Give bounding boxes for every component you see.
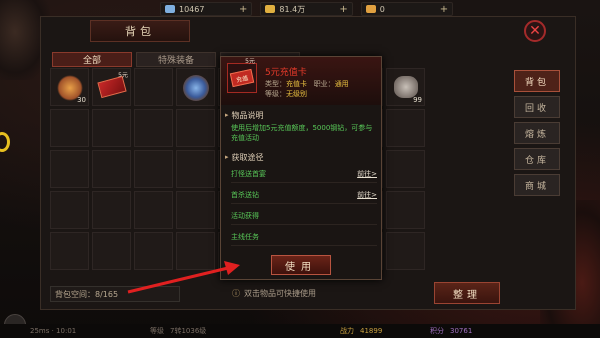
side-tab-shop[interactable]: 商城 [514, 174, 560, 196]
arrow-head [224, 261, 240, 275]
gold-add-button[interactable]: + [339, 4, 347, 15]
bag-slot[interactable] [176, 68, 215, 106]
ticket-icon [365, 5, 376, 13]
route-name: 首杀送钻 [231, 190, 259, 199]
source-section-title: 获取途径 [225, 151, 377, 163]
desc-section-title: 物品说明 [225, 109, 377, 121]
type-label: 类型： [265, 80, 286, 88]
bag-slot[interactable] [134, 68, 173, 106]
tab-all[interactable]: 全部 [52, 52, 132, 67]
hint-text: ⓘ 双击物品可快捷使用 [232, 288, 316, 299]
route-name: 打怪送首宴 [231, 169, 266, 178]
level-label: 等级 [150, 327, 164, 335]
bag-slot[interactable]: 30 [50, 68, 89, 106]
red-item-icon [97, 75, 127, 99]
gold-value: 81.4万 [279, 4, 306, 14]
bag-slot[interactable] [134, 191, 173, 229]
bag-slot[interactable] [50, 109, 89, 147]
bag-slot[interactable] [176, 191, 215, 229]
item-description: 使用后增加5元充值额度，5000钢钻，可参与充值活动 [231, 124, 373, 142]
points-label: 积分 [430, 327, 444, 335]
item-icon-text: 充值 [229, 68, 255, 88]
item-tooltip: 5元 充值 5元充值卡 类型：充值卡 职业：通用 等级：无级别 物品说明 使用后… [220, 56, 382, 280]
pointer-arrow [127, 261, 240, 294]
bag-slot[interactable] [92, 109, 131, 147]
route-goto-link[interactable]: 前往> [357, 190, 377, 200]
source-route: 首杀送钻 前往> [231, 186, 377, 204]
resource-ticket: 0 + [360, 2, 454, 16]
side-tabs: 背包 回收 熔炼 仓库 商城 [514, 70, 560, 196]
bag-slot[interactable] [386, 191, 425, 229]
ticket-add-button[interactable]: + [440, 4, 448, 15]
type-value: 充值卡 [286, 80, 307, 88]
bag-slot[interactable] [50, 232, 89, 270]
bag-slot[interactable]: 99 [386, 68, 425, 106]
status-bar: 25ms · 10:01 等级 7转1036级 战力 41899 积分 3076… [0, 324, 600, 338]
bag-slot[interactable] [92, 191, 131, 229]
source-route: 活动获得 [231, 207, 377, 225]
bag-slot[interactable] [50, 191, 89, 229]
side-tab-bag[interactable]: 背包 [514, 70, 560, 92]
level-value: 7转1036级 [170, 327, 207, 335]
job-value: 通用 [334, 80, 349, 88]
bag-slot[interactable] [386, 232, 425, 270]
gold-icon [265, 5, 276, 13]
power-label: 战力 [340, 327, 354, 335]
panel-title: 背包 [90, 20, 190, 42]
orb-item-icon [183, 75, 209, 101]
source-route: 打怪送首宴 前往> [231, 165, 377, 183]
ticket-value: 0 [379, 4, 385, 14]
bag-slot[interactable] [386, 150, 425, 188]
bag-slot[interactable] [134, 150, 173, 188]
job-label: 职业： [313, 80, 335, 88]
bag-slot[interactable] [386, 109, 425, 147]
source-route: 主线任务 [231, 228, 377, 246]
points-value: 30761 [450, 327, 473, 335]
level-label: 等级： [265, 90, 286, 98]
bag-slot[interactable]: 5元 [92, 68, 131, 106]
latency-time: 25ms · 10:01 [30, 327, 77, 335]
item-meta: 类型：充值卡 职业：通用 等级：无级别 [265, 79, 349, 99]
item-tag: 5元 [118, 72, 128, 79]
diamond-icon [165, 5, 175, 13]
stone-item-icon [394, 76, 418, 98]
route-name: 活动获得 [231, 211, 259, 220]
bag-slot[interactable] [176, 109, 215, 147]
resource-gold: 81.4万 + [260, 2, 353, 16]
tidy-button[interactable]: 整理 [434, 282, 500, 304]
diamond-value: 10467 [179, 4, 205, 14]
diamond-add-button[interactable]: + [239, 4, 247, 15]
bag-slot[interactable] [134, 109, 173, 147]
side-tab-smelt[interactable]: 熔炼 [514, 122, 560, 144]
level-value: 无级别 [286, 90, 307, 98]
close-button[interactable]: ✕ [524, 20, 546, 42]
side-tab-warehouse[interactable]: 仓库 [514, 148, 560, 170]
arrow-line [127, 266, 229, 294]
recharge-card-icon: 5元 充值 [227, 58, 257, 93]
power-value: 41899 [360, 327, 383, 335]
item-price-tag: 5元 [245, 58, 255, 65]
item-name: 5元充值卡 [265, 68, 307, 78]
side-tab-recycle[interactable]: 回收 [514, 96, 560, 118]
route-name: 主线任务 [231, 232, 259, 241]
tab-special-equipment[interactable]: 特殊装备 [136, 52, 216, 67]
resource-diamond: 10467 + [160, 2, 253, 16]
bag-slot[interactable] [50, 150, 89, 188]
bag-slot[interactable] [176, 150, 215, 188]
route-goto-link[interactable]: 前往> [357, 169, 377, 179]
item-count: 30 [77, 96, 86, 104]
bag-slot[interactable] [92, 150, 131, 188]
use-button[interactable]: 使用 [271, 255, 331, 275]
hint-label: 双击物品可快捷使用 [244, 289, 316, 298]
item-count: 99 [413, 96, 422, 104]
